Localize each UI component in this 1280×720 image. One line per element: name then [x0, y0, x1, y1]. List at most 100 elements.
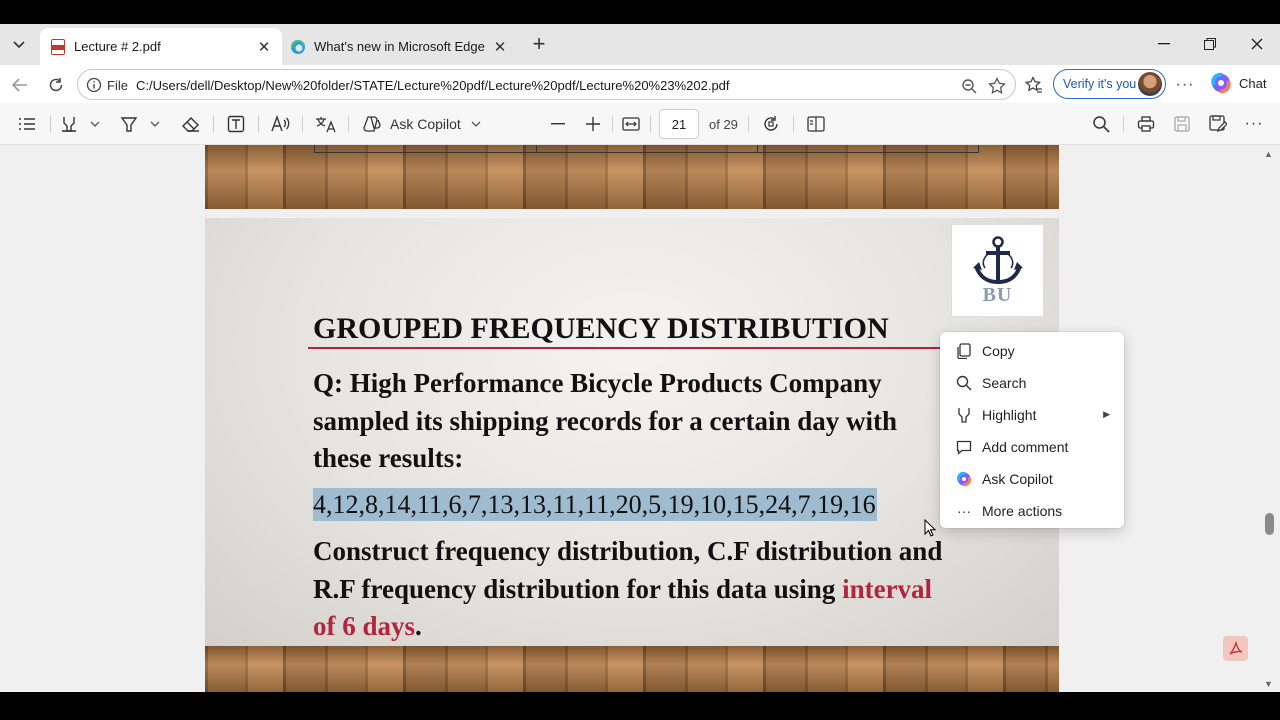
save-as-button[interactable] — [1207, 113, 1229, 135]
divider — [213, 116, 214, 132]
close-window-button[interactable] — [1234, 24, 1280, 64]
menu-item-ask-copilot[interactable]: Ask Copilot — [940, 463, 1124, 495]
plus-icon — [586, 117, 600, 131]
back-button[interactable] — [7, 72, 33, 98]
menu-item-copy[interactable]: Copy — [940, 335, 1124, 367]
menu-item-search[interactable]: Search — [940, 367, 1124, 399]
profile-verify-button[interactable]: Verify it's you — [1053, 69, 1166, 99]
translate-icon — [316, 117, 336, 133]
divider — [793, 116, 794, 132]
scroll-down-arrow-icon[interactable]: ▼ — [1264, 679, 1273, 689]
menu-item-add-comment[interactable]: Add comment — [940, 431, 1124, 463]
ask-copilot-label: Ask Copilot — [390, 116, 461, 132]
selected-data-values[interactable]: 4,12,8,14,11,6,7,13,13,11,11,20,5,19,10,… — [313, 488, 877, 521]
rotate-icon — [764, 116, 778, 131]
tab-whats-new-edge[interactable]: What's new in Microsoft Edge ✕ — [280, 28, 518, 65]
print-icon — [1137, 116, 1155, 132]
menu-item-label: Ask Copilot — [982, 471, 1053, 487]
restore-button[interactable] — [1187, 24, 1233, 64]
menu-item-highlight[interactable]: Highlight ▶ — [940, 399, 1124, 431]
chevron-down-icon — [471, 121, 481, 127]
copy-icon — [955, 342, 973, 360]
settings-more-button[interactable]: ··· — [1172, 72, 1198, 98]
translate-button[interactable] — [314, 113, 338, 135]
chevron-down-icon — [13, 41, 25, 49]
context-menu: Copy Search Highlight ▶ Add comment Ask … — [940, 332, 1124, 528]
tab-actions-menu-button[interactable] — [6, 32, 32, 58]
ask-copilot-button[interactable]: Ask Copilot — [362, 113, 484, 135]
chat-label: Chat — [1239, 75, 1267, 91]
avatar — [1138, 72, 1162, 96]
save-as-icon — [1209, 115, 1227, 132]
url-scheme-label: File — [107, 78, 128, 93]
navigation-bar: File C:/Users/dell/Desktop/New%20folder/… — [0, 65, 1280, 103]
read-aloud-button[interactable] — [270, 113, 292, 135]
draw-button[interactable] — [118, 113, 140, 135]
minimize-button[interactable] — [1141, 24, 1187, 64]
logo-text: BU — [982, 284, 1013, 306]
draw-options-dropdown[interactable] — [148, 113, 162, 135]
menu-item-label: Copy — [982, 343, 1015, 359]
page-view-button[interactable] — [805, 113, 827, 135]
zoom-in-button[interactable] — [583, 113, 603, 135]
refresh-button[interactable] — [43, 72, 69, 98]
search-icon — [955, 374, 973, 392]
info-icon[interactable] — [85, 76, 103, 94]
list-icon — [19, 118, 35, 130]
more-icon: ··· — [957, 503, 971, 519]
erase-button[interactable] — [180, 113, 202, 135]
minimize-icon — [1158, 43, 1170, 45]
save-button[interactable] — [1171, 113, 1193, 135]
mouse-cursor — [924, 518, 937, 542]
acrobat-icon[interactable] — [1223, 636, 1248, 661]
favorite-star-icon[interactable] — [986, 75, 1008, 97]
find-button[interactable] — [1090, 113, 1112, 135]
rotate-button[interactable] — [760, 113, 782, 135]
page-count-label: of 29 — [709, 117, 738, 132]
add-text-button[interactable] — [225, 113, 247, 135]
print-button[interactable] — [1135, 113, 1157, 135]
address-bar[interactable]: File C:/Users/dell/Desktop/New%20folder/… — [77, 69, 1016, 100]
pdf-icon — [50, 38, 66, 55]
divider — [748, 116, 749, 132]
previous-slide-floor-image — [205, 145, 1059, 209]
divider — [650, 116, 651, 132]
highlight-button[interactable] — [58, 113, 80, 135]
page-number-input[interactable]: 21 — [659, 109, 699, 139]
copilot-chat-button[interactable]: Chat — [1210, 72, 1266, 94]
new-tab-button[interactable]: + — [528, 31, 550, 57]
tab-strip: Lecture # 2.pdf ✕ What's new in Microsof… — [0, 24, 1280, 65]
menu-item-more-actions[interactable]: ··· More actions — [940, 495, 1124, 527]
tab-title: Lecture # 2.pdf — [74, 39, 161, 54]
refresh-icon — [49, 78, 63, 92]
divider — [348, 116, 349, 132]
save-icon — [1174, 116, 1190, 132]
tab-lecture-pdf[interactable]: Lecture # 2.pdf ✕ — [40, 28, 282, 65]
menu-item-label: Add comment — [982, 439, 1069, 455]
more-dots-icon: ··· — [1244, 115, 1264, 132]
two-page-icon — [807, 116, 825, 132]
more-options-button[interactable]: ··· — [1243, 113, 1265, 135]
contents-button[interactable] — [16, 113, 38, 135]
scrollbar-thumb[interactable] — [1265, 513, 1274, 535]
browser-window: Lecture # 2.pdf ✕ What's new in Microsof… — [0, 0, 1280, 720]
divider — [50, 116, 51, 132]
submenu-arrow-icon: ▶ — [1103, 409, 1110, 419]
pen-icon — [120, 117, 138, 132]
highlight-options-dropdown[interactable] — [88, 113, 102, 135]
close-tab-icon[interactable]: ✕ — [254, 37, 274, 57]
fit-width-icon — [622, 117, 640, 131]
comment-icon — [955, 438, 973, 456]
instruction-text: Construct frequency distribution, C.F di… — [313, 533, 943, 646]
zoom-icon[interactable] — [958, 75, 980, 97]
scroll-up-arrow-icon[interactable]: ▲ — [1264, 149, 1273, 159]
fit-to-width-button[interactable] — [620, 113, 642, 135]
menu-item-label: Search — [982, 375, 1027, 391]
url-text[interactable]: C:/Users/dell/Desktop/New%20folder/STATE… — [136, 78, 730, 93]
favorites-button[interactable] — [1021, 72, 1047, 98]
slide-floor-image — [205, 646, 1059, 692]
highlight-icon — [955, 406, 973, 424]
vertical-scrollbar[interactable]: ▲ ▼ — [1259, 145, 1280, 692]
zoom-out-button[interactable] — [548, 113, 568, 135]
close-tab-icon[interactable]: ✕ — [490, 37, 510, 57]
